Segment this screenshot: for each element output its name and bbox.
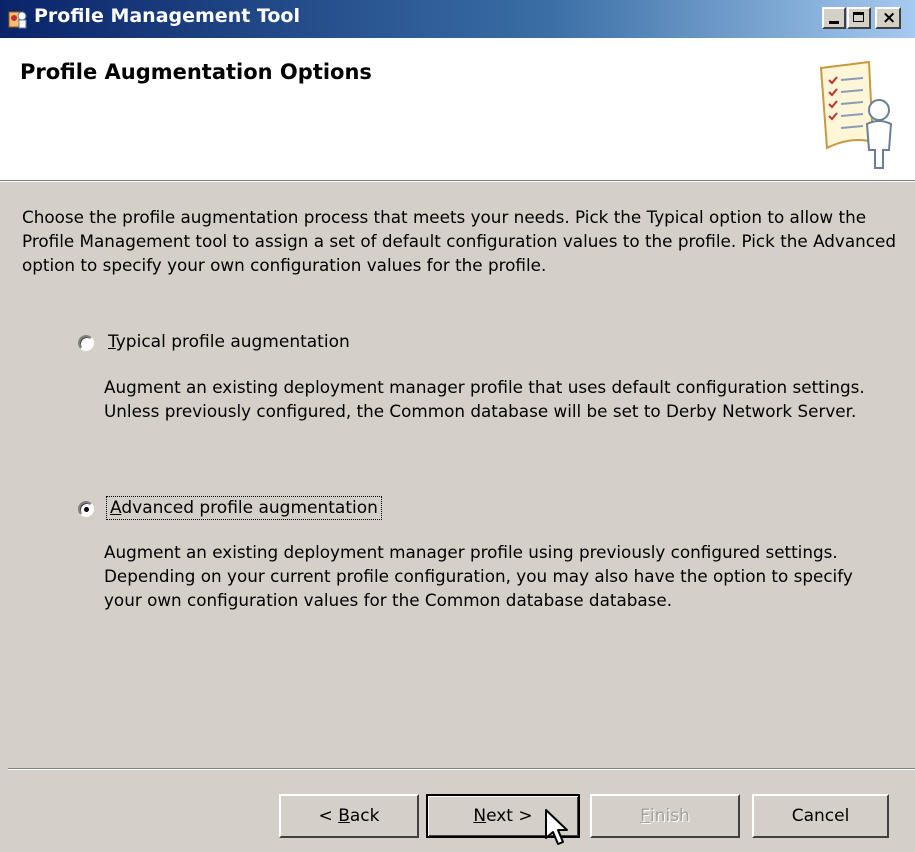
radio-selected-dot [84,507,89,512]
back-button[interactable]: < Back [279,794,419,838]
finish-mnemonic: F [640,806,650,826]
finish-button[interactable]: Finish [590,794,740,838]
typical-mnemonic: T [108,332,116,352]
typical-option-description: Augment an existing deployment manager p… [104,377,865,421]
intro-text: Choose the profile augmentation process … [22,207,896,275]
header-separator-highlight [0,181,915,182]
back-rest: ack [349,806,380,826]
minimize-icon [829,21,839,24]
back-mnemonic: B [338,806,350,826]
wizard-checklist-person-icon [819,60,893,169]
typical-label-rest: ypical profile augmentation [115,332,350,352]
maximize-icon [853,12,864,22]
typical-option-label[interactable]: Typical profile augmentation [108,332,350,352]
close-button[interactable]: × [875,7,901,29]
advanced-radio[interactable] [78,501,94,517]
back-prefix: < [318,806,339,826]
profile-tool-app-icon [8,11,27,29]
advanced-option-label[interactable]: Advanced profile augmentation [106,496,382,520]
finish-rest: inish [649,806,690,826]
next-rest: ext > [486,806,533,826]
advanced-label-rest: dvanced profile augmentation [121,498,378,518]
profile-management-window: Profile Management Tool × Profile Augmen… [0,0,915,852]
button-separator-highlight [8,769,915,770]
typical-radio[interactable] [78,335,94,351]
cancel-button[interactable]: Cancel [752,794,889,838]
title-bar[interactable]: Profile Management Tool × [0,0,915,38]
page-title: Profile Augmentation Options [20,60,372,84]
next-mnemonic: N [473,806,487,826]
advanced-mnemonic: A [110,498,122,518]
mouse-pointer-icon [545,809,568,845]
maximize-button[interactable] [847,7,871,29]
wizard-header: Profile Augmentation Options [0,38,915,181]
advanced-option-description: Augment an existing deployment manager p… [104,542,853,610]
minimize-button[interactable] [822,7,846,29]
window-title: Profile Management Tool [34,5,300,27]
close-icon: × [882,8,897,28]
